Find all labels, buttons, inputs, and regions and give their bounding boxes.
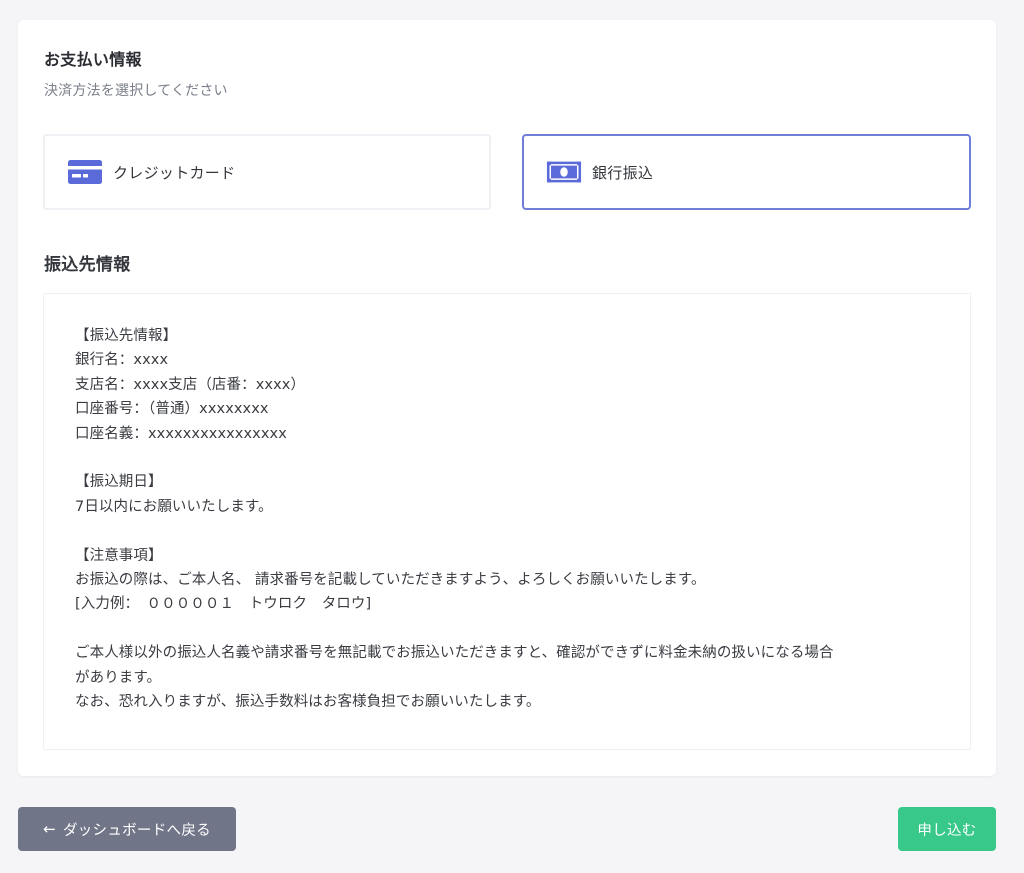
payment-method-credit-card[interactable]: クレジットカード: [43, 134, 491, 210]
transfer-info-title: 振込先情報: [44, 255, 131, 275]
method-label-bank-transfer: 銀行振込: [592, 163, 654, 182]
payment-card: お支払い情報 決済方法を選択してください クレジットカード 銀行振込 振込先情報…: [18, 20, 996, 776]
credit-card-icon: [67, 159, 103, 185]
transfer-info-box: 【振込先情報】 銀行名：xxxx 支店名：xxxx支店（店番：xxxx） 口座番…: [43, 293, 971, 750]
payment-title: お支払い情報: [44, 50, 142, 69]
arrow-left-icon: ←: [43, 819, 56, 838]
payment-subtitle: 決済方法を選択してください: [44, 83, 228, 99]
transfer-info-text: 【振込先情報】 銀行名：xxxx 支店名：xxxx支店（店番：xxxx） 口座番…: [75, 328, 834, 711]
payment-method-bank-transfer[interactable]: 銀行振込: [522, 134, 971, 210]
apply-button[interactable]: 申し込む: [898, 807, 996, 851]
money-bill-icon: [546, 159, 582, 185]
method-label-credit-card: クレジットカード: [113, 163, 236, 182]
back-to-dashboard-button[interactable]: ← ダッシュボードへ戻る: [18, 807, 236, 851]
back-button-label: ダッシュボードへ戻る: [62, 822, 211, 839]
